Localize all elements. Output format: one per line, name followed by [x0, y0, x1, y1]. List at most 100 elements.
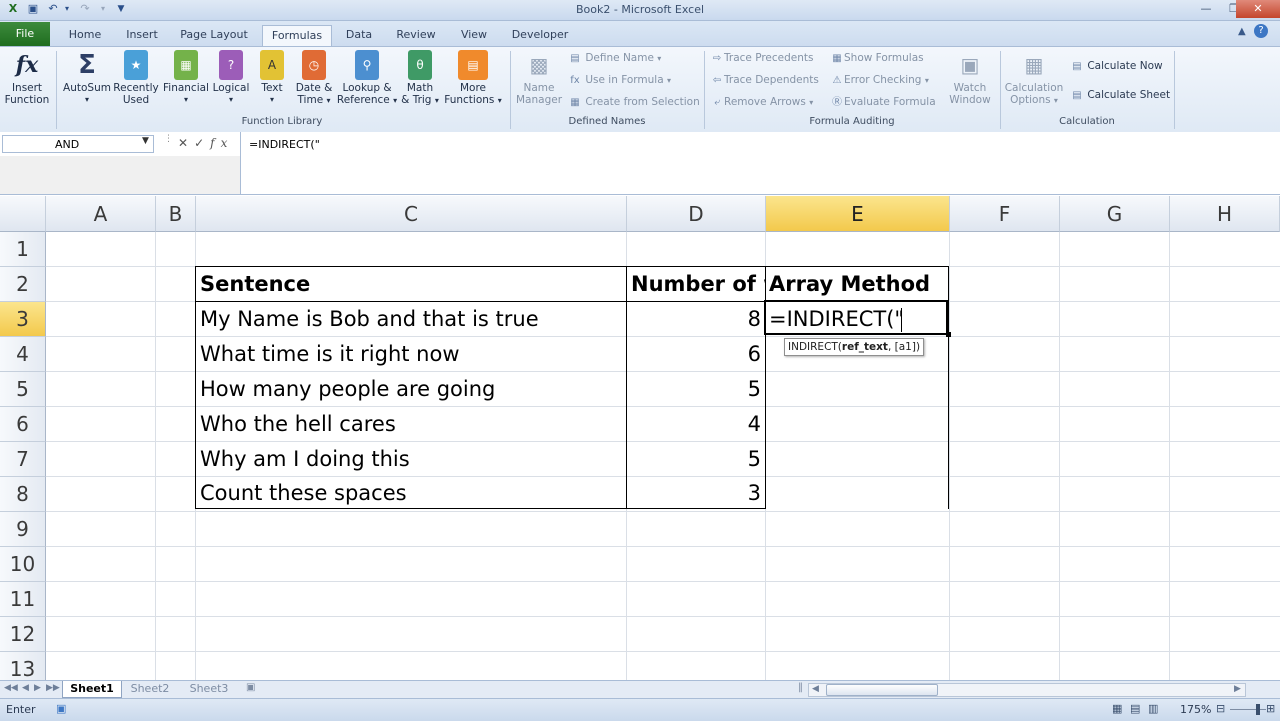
cell-sentence[interactable]: What time is it right now — [200, 337, 624, 371]
text-button[interactable]: A Text ▾ — [254, 50, 290, 106]
date-time-button[interactable]: ◷ Date & Time ▾ — [292, 50, 336, 107]
select-all-corner[interactable] — [0, 196, 46, 232]
trace-dependents-button[interactable]: ⇦ Trace Dependents — [710, 71, 819, 89]
cell-count[interactable]: 5 — [630, 442, 761, 476]
formula-input[interactable]: =INDIRECT(" — [240, 132, 1280, 194]
column-header-e[interactable]: E — [766, 196, 950, 232]
zoom-slider[interactable] — [1230, 709, 1266, 710]
cell-count[interactable]: 5 — [630, 372, 761, 406]
tab-view[interactable]: View — [452, 25, 496, 46]
cell-sentence[interactable]: Why am I doing this — [200, 442, 624, 476]
watch-window-button[interactable]: ▣ Watch Window — [944, 50, 996, 106]
header-number-of-words[interactable]: Number of w — [631, 267, 765, 301]
cell-count[interactable]: 8 — [630, 302, 761, 336]
calculate-now-button[interactable]: ▤ Calculate Now — [1070, 57, 1162, 75]
name-box[interactable]: AND — [2, 135, 154, 153]
row-header-10[interactable]: 10 — [0, 547, 46, 582]
insert-function-icon[interactable]: fx — [210, 136, 233, 150]
create-from-selection-button[interactable]: ▦ Create from Selection — [568, 93, 699, 111]
worksheet-grid[interactable]: A B C D E F G H 1 2 3 4 5 6 7 8 9 10 11 … — [0, 196, 1280, 680]
insert-sheet-icon[interactable]: ▣ — [246, 682, 255, 693]
tab-file[interactable]: File — [0, 22, 50, 46]
first-sheet-icon[interactable]: ◀◀ — [4, 683, 18, 693]
use-in-formula-button[interactable]: fx Use in Formula ▾ — [568, 71, 671, 89]
remove-arrows-button[interactable]: ⤶ Remove Arrows ▾ — [710, 93, 813, 111]
name-manager-button[interactable]: ▩ Name Manager — [512, 50, 566, 106]
sheet-tab-sheet1[interactable]: Sheet1 — [62, 681, 122, 698]
column-header-g[interactable]: G — [1060, 196, 1170, 232]
math-trig-button[interactable]: θ Math & Trig ▾ — [398, 50, 442, 107]
column-header-f[interactable]: F — [950, 196, 1060, 232]
column-header-c[interactable]: C — [196, 196, 627, 232]
error-checking-button[interactable]: ⚠ Error Checking ▾ — [830, 71, 929, 89]
cell-count[interactable]: 4 — [630, 407, 761, 441]
minimize-ribbon-icon[interactable]: ▲ — [1238, 26, 1246, 37]
row-header-13[interactable]: 13 — [0, 652, 46, 680]
normal-view-icon[interactable]: ▦ — [1112, 702, 1122, 715]
financial-button[interactable]: ▦ Financial ▾ — [160, 50, 212, 106]
help-icon[interactable]: ? — [1254, 24, 1268, 38]
scroll-right-icon[interactable]: ▶ — [1234, 684, 1241, 694]
tab-home[interactable]: Home — [62, 25, 108, 46]
row-header-9[interactable]: 9 — [0, 512, 46, 547]
column-header-a[interactable]: A — [46, 196, 156, 232]
row-header-8[interactable]: 8 — [0, 477, 46, 512]
cell-count[interactable]: 3 — [630, 476, 761, 510]
cell-count[interactable]: 6 — [630, 337, 761, 371]
column-header-b[interactable]: B — [156, 196, 196, 232]
cell-sentence[interactable]: How many people are going — [200, 372, 624, 406]
logical-button[interactable]: ? Logical ▾ — [208, 50, 254, 106]
sheet-tab-sheet3[interactable]: Sheet3 — [180, 681, 238, 697]
row-header-4[interactable]: 4 — [0, 337, 46, 372]
insert-function-button[interactable]: fx Insert Function — [2, 50, 52, 106]
calculation-options-button[interactable]: ▦ Calculation Options ▾ — [1004, 50, 1064, 107]
zoom-in-icon[interactable]: ⊞ — [1266, 702, 1275, 715]
tab-data[interactable]: Data — [338, 25, 380, 46]
tab-formulas[interactable]: Formulas — [262, 25, 332, 47]
macro-record-icon[interactable]: ▣ — [56, 702, 66, 715]
calculate-sheet-button[interactable]: ▤ Calculate Sheet — [1070, 86, 1170, 104]
last-sheet-icon[interactable]: ▶▶ — [46, 683, 60, 693]
row-header-1[interactable]: 1 — [0, 232, 46, 267]
scroll-left-icon[interactable]: ◀ — [812, 684, 819, 694]
name-box-dropdown-icon[interactable]: ▼ — [142, 136, 149, 146]
row-header-2[interactable]: 2 — [0, 267, 46, 302]
row-header-12[interactable]: 12 — [0, 617, 46, 652]
function-tooltip[interactable]: INDIRECT(ref_text, [a1]) — [784, 338, 925, 356]
page-layout-view-icon[interactable]: ▤ — [1130, 702, 1140, 715]
row-header-6[interactable]: 6 — [0, 407, 46, 442]
show-formulas-button[interactable]: ▦ Show Formulas — [830, 49, 923, 67]
evaluate-formula-button[interactable]: Ⓡ Evaluate Formula — [830, 93, 936, 111]
more-functions-button[interactable]: ▤ More Functions ▾ — [442, 50, 504, 107]
header-sentence[interactable]: Sentence — [200, 267, 624, 301]
horizontal-scroll-thumb[interactable] — [826, 684, 938, 696]
minimize-button[interactable]: — — [1192, 0, 1220, 18]
page-break-view-icon[interactable]: ▥ — [1148, 702, 1158, 715]
row-header-5[interactable]: 5 — [0, 372, 46, 407]
cell-sentence[interactable]: My Name is Bob and that is true — [200, 302, 624, 336]
row-header-3[interactable]: 3 — [0, 302, 46, 337]
prev-sheet-icon[interactable]: ◀ — [22, 683, 29, 693]
define-name-button[interactable]: ▤ Define Name ▾ — [568, 49, 661, 67]
close-button[interactable]: ✕ — [1236, 0, 1280, 18]
formula-bar-handle-icon[interactable]: ⋮ — [164, 134, 173, 144]
active-cell-editor[interactable]: =INDIRECT(" — [769, 302, 945, 336]
autosum-button[interactable]: Σ AutoSum ▾ — [60, 50, 114, 106]
sheet-tab-sheet2[interactable]: Sheet2 — [122, 681, 178, 697]
zoom-out-icon[interactable]: ⊟ — [1216, 702, 1225, 715]
tab-developer[interactable]: Developer — [506, 25, 574, 46]
column-header-d[interactable]: D — [627, 196, 766, 232]
confirm-entry-icon[interactable]: ✓ — [194, 136, 210, 150]
tab-split-handle-icon[interactable]: ‖ — [798, 682, 803, 693]
next-sheet-icon[interactable]: ▶ — [34, 683, 41, 693]
zoom-slider-thumb[interactable] — [1256, 704, 1260, 715]
header-array-method[interactable]: Array Method — [769, 267, 947, 301]
row-header-7[interactable]: 7 — [0, 442, 46, 477]
recently-used-button[interactable]: ★ Recently Used — [112, 50, 160, 106]
trace-precedents-button[interactable]: ⇨ Trace Precedents — [710, 49, 814, 67]
tab-insert[interactable]: Insert — [118, 25, 166, 46]
column-header-h[interactable]: H — [1170, 196, 1280, 232]
tab-review[interactable]: Review — [392, 25, 440, 46]
fill-handle[interactable] — [946, 332, 951, 337]
zoom-level[interactable]: 175% — [1180, 703, 1211, 716]
